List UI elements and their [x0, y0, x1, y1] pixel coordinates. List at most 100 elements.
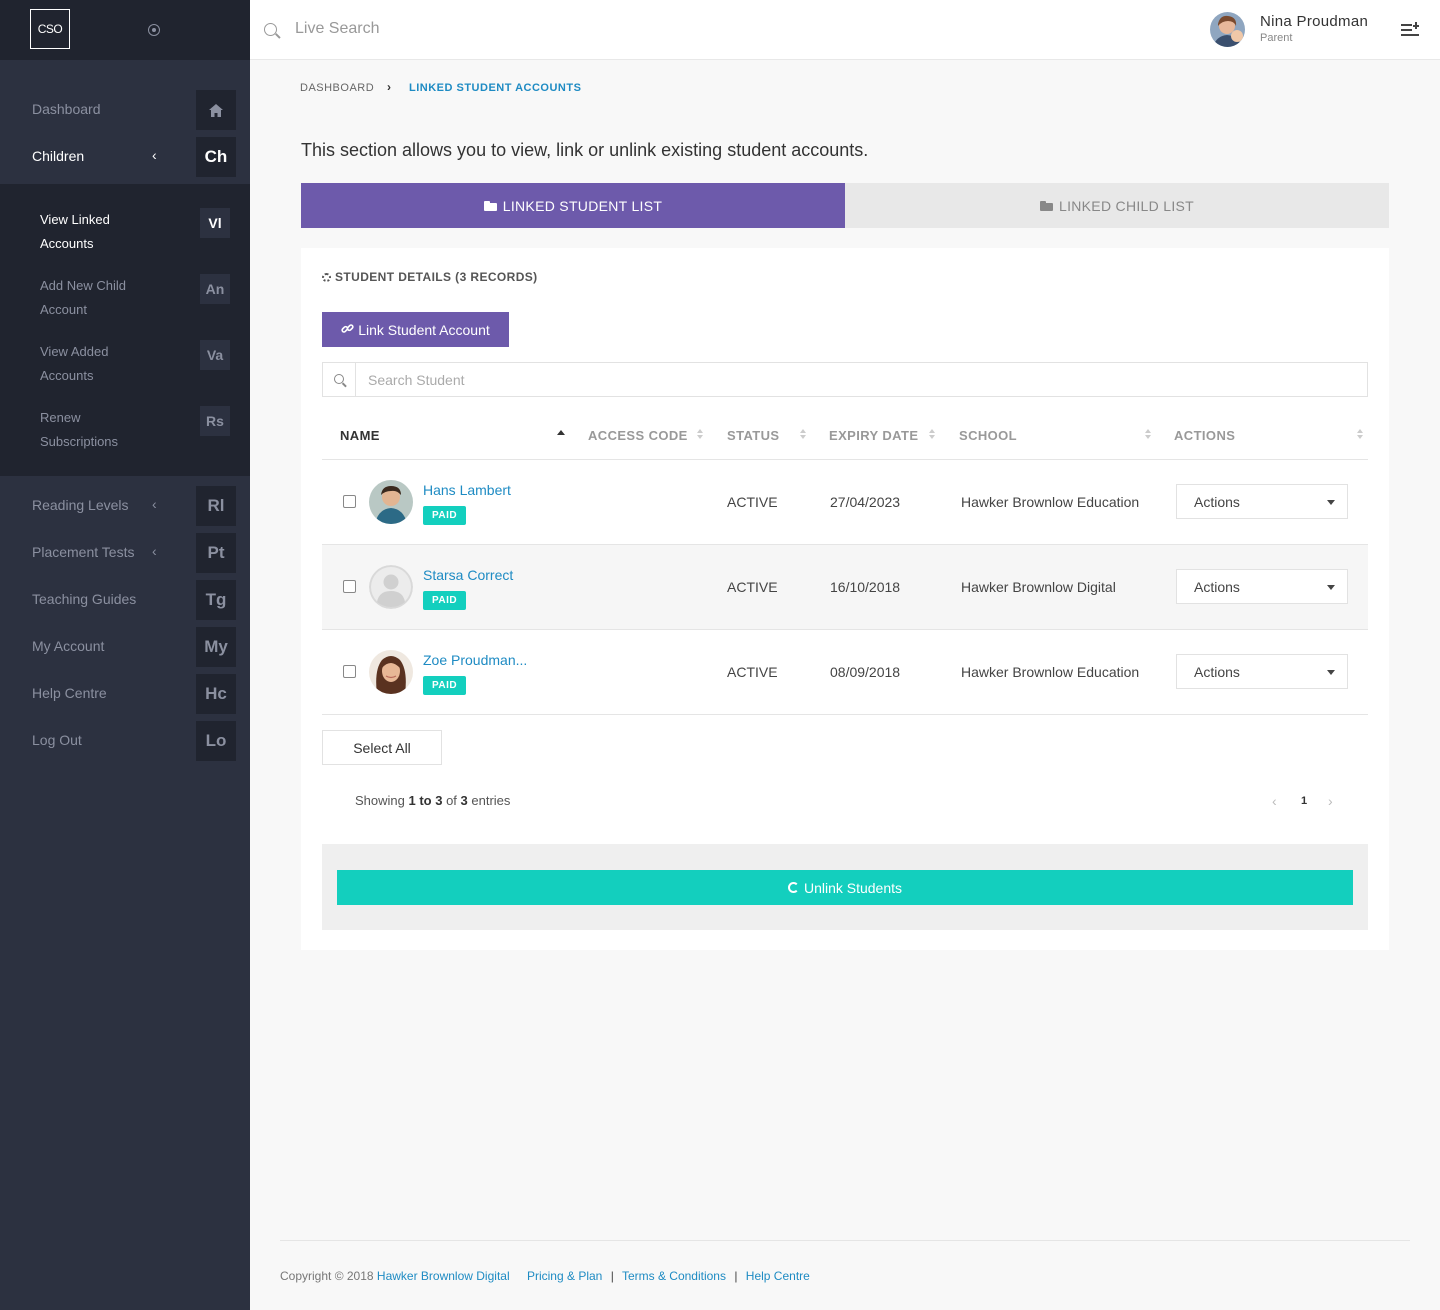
- column-header-actions[interactable]: ACTIONS: [1174, 428, 1235, 443]
- sort-icon[interactable]: [1144, 428, 1152, 440]
- sort-icon[interactable]: [1356, 428, 1364, 440]
- column-header-expiry-date[interactable]: EXPIRY DATE: [829, 428, 918, 443]
- sidebar-toggle-icon[interactable]: [148, 24, 160, 36]
- footer: Copyright © 2018 Hawker Brownlow Digital…: [280, 1269, 810, 1283]
- table-row: Starsa Correct PAID ACTIVE 16/10/2018 Ha…: [322, 545, 1368, 630]
- sidebar-item-help-centre[interactable]: Help Centre Hc: [0, 671, 250, 718]
- pagination-next-icon[interactable]: ›: [1328, 793, 1333, 809]
- pagination-page[interactable]: 1: [1301, 795, 1307, 807]
- subnav-item-add-new-child-account[interactable]: Add New Child Account An: [0, 274, 250, 334]
- sidebar-item-label: Placement Tests: [32, 544, 135, 560]
- column-header-name[interactable]: NAME: [340, 428, 380, 443]
- footer-divider: [280, 1240, 1410, 1241]
- tab-linked-student-list[interactable]: LINKED STUDENT LIST: [301, 183, 845, 228]
- company-link[interactable]: Hawker Brownlow Digital: [377, 1269, 510, 1283]
- sidebar-item-teaching-guides[interactable]: Teaching Guides Tg: [0, 577, 250, 624]
- column-header-school[interactable]: SCHOOL: [959, 428, 1017, 443]
- user-avatar[interactable]: [1210, 12, 1245, 47]
- subnav-item-view-added-accounts[interactable]: View Added Accounts Va: [0, 340, 250, 400]
- expiry-date-cell: 08/09/2018: [830, 664, 901, 680]
- gear-icon: [322, 273, 331, 282]
- select-all-button[interactable]: Select All: [322, 730, 442, 765]
- copyright-text: Copyright © 2018: [280, 1269, 377, 1283]
- link-student-account-button[interactable]: Link Student Account: [322, 312, 509, 347]
- link-student-account-label: Link Student Account: [358, 321, 490, 338]
- chevron-right-icon: ›: [387, 80, 391, 94]
- table-row: Zoe Proudman... PAID ACTIVE 08/09/2018 H…: [322, 630, 1368, 715]
- chevron-left-icon: ‹: [152, 496, 157, 512]
- sidebar-item-dashboard[interactable]: Dashboard: [0, 87, 250, 134]
- sidebar-item-badge: Rl: [196, 486, 236, 526]
- actions-dropdown[interactable]: Actions: [1176, 654, 1348, 689]
- logo[interactable]: CSO: [30, 9, 70, 49]
- breadcrumb-current: LINKED STUDENT ACCOUNTS: [409, 82, 582, 94]
- row-checkbox[interactable]: [343, 580, 356, 593]
- status-cell: ACTIVE: [727, 494, 778, 510]
- menu-add-icon[interactable]: [1401, 22, 1419, 36]
- unlink-students-button[interactable]: Unlink Students: [337, 870, 1353, 905]
- search-icon: [334, 374, 344, 384]
- live-search-input[interactable]: [295, 20, 595, 38]
- school-cell: Hawker Brownlow Education: [961, 494, 1140, 510]
- search-icon: [264, 23, 277, 36]
- subnav-item-badge: An: [200, 274, 230, 304]
- actions-dropdown-label: Actions: [1194, 664, 1240, 680]
- user-name[interactable]: Nina Proudman: [1260, 13, 1368, 30]
- status-cell: ACTIVE: [727, 579, 778, 595]
- sidebar-item-label: Children: [32, 148, 85, 164]
- sort-icon[interactable]: [799, 428, 807, 440]
- subnav-item-renew-subscriptions[interactable]: Renew Subscriptions Rs: [0, 406, 250, 466]
- tab-label: LINKED CHILD LIST: [1058, 197, 1195, 214]
- actions-dropdown-label: Actions: [1194, 494, 1240, 510]
- sidebar-item-children[interactable]: Children ‹ Ch: [0, 134, 250, 181]
- chevron-left-icon: ‹: [152, 543, 157, 559]
- column-header-status[interactable]: STATUS: [727, 428, 779, 443]
- subnav-item-view-linked-accounts[interactable]: View Linked Accounts Vl: [0, 208, 250, 268]
- sort-ascending-icon[interactable]: [557, 430, 565, 436]
- search-addon: [323, 363, 356, 396]
- sidebar-item-badge: Hc: [196, 674, 236, 714]
- subnav-item-label: Add New Child Account: [40, 278, 126, 317]
- top-header: Nina Proudman Parent: [250, 0, 1440, 60]
- sidebar-item-my-account[interactable]: My Account My: [0, 624, 250, 671]
- subnav-item-label: Renew Subscriptions: [40, 410, 119, 449]
- student-name-link[interactable]: Zoe Proudman...: [423, 652, 527, 668]
- subnav-item-badge: Va: [200, 340, 230, 370]
- student-search-input[interactable]: [368, 372, 1268, 388]
- tab-linked-child-list[interactable]: LINKED CHILD LIST: [845, 183, 1389, 228]
- panel-title-text: STUDENT DETAILS (3 RECORDS): [335, 270, 538, 284]
- paid-badge: PAID: [423, 506, 467, 525]
- sidebar-item-badge: Pt: [196, 533, 236, 573]
- sidebar-item-log-out[interactable]: Log Out Lo: [0, 718, 250, 765]
- actions-dropdown[interactable]: Actions: [1176, 484, 1348, 519]
- sidebar-subnav-children: View Linked Accounts Vl Add New Child Ac…: [0, 184, 250, 476]
- sidebar-item-label: Dashboard: [32, 101, 101, 117]
- pricing-plan-link[interactable]: Pricing & Plan: [527, 1269, 602, 1283]
- paid-badge: PAID: [423, 676, 467, 695]
- terms-conditions-link[interactable]: Terms & Conditions: [622, 1269, 726, 1283]
- home-icon: [196, 90, 236, 130]
- student-name-link[interactable]: Hans Lambert: [423, 482, 511, 498]
- entries-info-total: 3: [460, 793, 468, 808]
- subnav-item-badge: Vl: [200, 208, 230, 238]
- folder-icon: [1039, 200, 1053, 211]
- sort-icon[interactable]: [696, 428, 704, 440]
- column-header-access-code[interactable]: ACCESS CODE: [588, 428, 688, 443]
- help-centre-link[interactable]: Help Centre: [746, 1269, 810, 1283]
- student-avatar-placeholder: [369, 565, 413, 609]
- actions-dropdown[interactable]: Actions: [1176, 569, 1348, 604]
- school-cell: Hawker Brownlow Digital: [961, 579, 1116, 595]
- row-checkbox[interactable]: [343, 495, 356, 508]
- student-name-link[interactable]: Starsa Correct: [423, 567, 513, 583]
- pagination-prev-icon[interactable]: ‹: [1272, 793, 1277, 809]
- sort-icon[interactable]: [928, 428, 936, 440]
- sidebar-item-label: My Account: [32, 638, 105, 654]
- sidebar-item-label: Teaching Guides: [32, 591, 137, 607]
- refresh-icon: [787, 882, 799, 893]
- sidebar-item-reading-levels[interactable]: Reading Levels ‹ Rl: [0, 483, 250, 530]
- row-checkbox[interactable]: [343, 665, 356, 678]
- sidebar-item-badge: Tg: [196, 580, 236, 620]
- breadcrumb-dashboard[interactable]: DASHBOARD: [300, 82, 374, 94]
- subnav-item-label: View Added Accounts: [40, 344, 109, 383]
- sidebar-item-placement-tests[interactable]: Placement Tests ‹ Pt: [0, 530, 250, 577]
